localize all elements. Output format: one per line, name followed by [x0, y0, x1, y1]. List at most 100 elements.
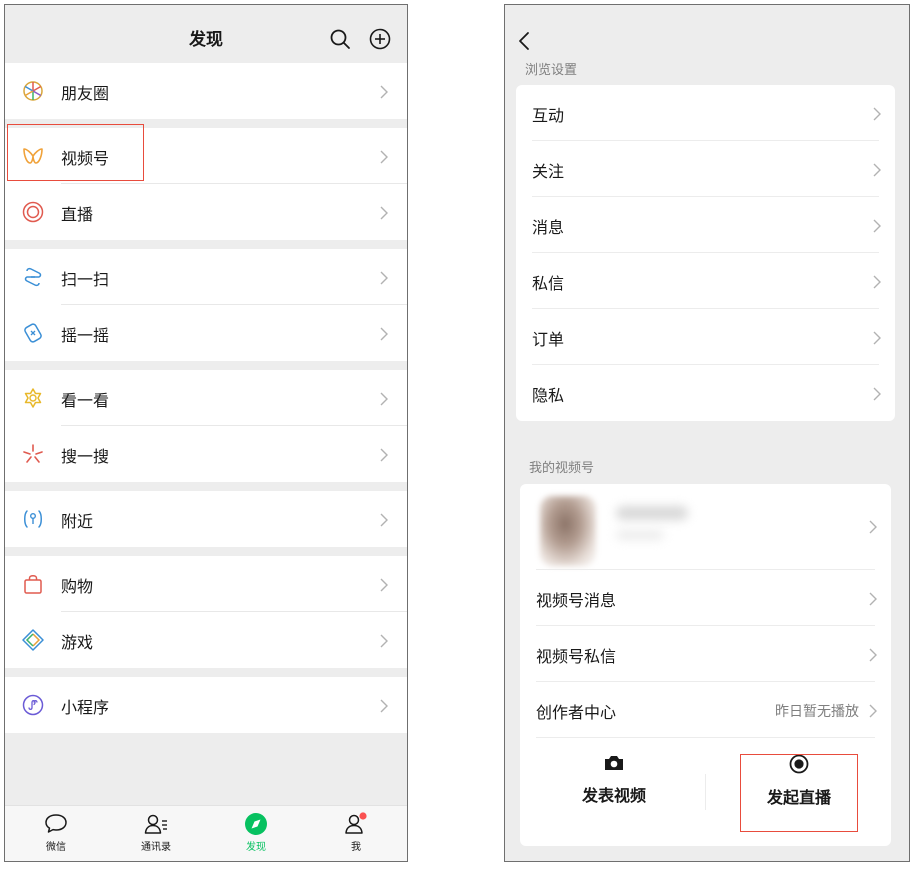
menu-group-nearby: 附近	[5, 491, 407, 547]
tab-label: 发现	[246, 842, 266, 853]
settings-item-label: 私信	[532, 274, 565, 293]
post-video-button[interactable]: 发表视频	[539, 754, 689, 806]
chevron-right-icon	[380, 206, 388, 220]
channel-messages-item[interactable]: 视频号消息	[520, 570, 891, 626]
menu-item-label: 小程序	[61, 698, 110, 717]
chevron-right-icon	[380, 85, 388, 99]
settings-item-orders[interactable]: 订单	[516, 309, 895, 365]
menu-item-shake[interactable]: 摇一摇	[5, 305, 407, 361]
divider	[705, 774, 706, 810]
channel-private-messages-item[interactable]: 视频号私信	[520, 626, 891, 682]
tab-me[interactable]: 我	[326, 812, 386, 858]
games-icon	[22, 629, 44, 651]
menu-item-scan[interactable]: 扫一扫	[5, 249, 407, 305]
discover-screen: 发现 朋友圈 视频号 直播 扫一扫 摇一摇 看一看 搜一搜 附近 购物 游戏 小…	[4, 4, 408, 862]
menu-group-shopping: 购物 游戏	[5, 556, 407, 668]
chevron-right-icon	[380, 578, 388, 592]
creator-center-item[interactable]: 创作者中心 昨日暂无播放	[520, 682, 891, 738]
tab-label: 我	[351, 842, 361, 853]
channel-info-blurred	[616, 530, 664, 540]
moments-icon	[23, 81, 43, 101]
shake-icon	[24, 323, 42, 343]
channel-profile-row[interactable]	[520, 484, 891, 570]
tab-contacts[interactable]: 通讯录	[126, 812, 186, 858]
contacts-icon	[144, 814, 167, 834]
chevron-right-icon	[873, 219, 881, 233]
scan-icon	[24, 267, 42, 287]
search-star-icon	[23, 444, 43, 463]
settings-item-label: 视频号私信	[536, 647, 617, 666]
menu-item-label: 附近	[61, 512, 94, 531]
action-label: 发表视频	[581, 786, 646, 805]
settings-item-label: 互动	[532, 106, 565, 125]
tab-discover[interactable]: 发现	[226, 812, 286, 858]
settings-item-label: 隐私	[532, 386, 565, 405]
menu-item-mini-programs[interactable]: 小程序	[5, 677, 407, 733]
settings-item-label: 视频号消息	[536, 591, 617, 610]
chevron-right-icon	[869, 648, 877, 662]
notification-badge	[359, 812, 367, 820]
shopping-bag-icon	[24, 575, 42, 594]
compass-icon	[245, 813, 267, 835]
menu-item-shopping[interactable]: 购物	[5, 556, 407, 612]
chevron-right-icon	[873, 275, 881, 289]
menu-item-label: 游戏	[61, 633, 94, 652]
chevron-right-icon	[380, 699, 388, 713]
menu-item-nearby[interactable]: 附近	[5, 491, 407, 547]
mini-program-icon	[22, 694, 44, 716]
settings-item-messages[interactable]: 消息	[516, 197, 895, 253]
me-icon	[345, 812, 367, 834]
chevron-right-icon	[873, 387, 881, 401]
chevron-right-icon	[873, 331, 881, 345]
chevron-right-icon	[873, 163, 881, 177]
settings-item-privacy[interactable]: 隐私	[516, 365, 895, 421]
tab-label: 通讯录	[141, 842, 171, 853]
camera-icon	[605, 756, 623, 770]
highlight-channels	[7, 124, 144, 181]
live-icon	[22, 201, 44, 223]
chevron-right-icon	[380, 150, 388, 164]
chevron-right-icon	[380, 327, 388, 341]
highlight-start-live	[740, 754, 858, 832]
chevron-right-icon	[380, 392, 388, 406]
tab-chats[interactable]: 微信	[26, 812, 86, 858]
top-stories-icon	[24, 388, 42, 408]
settings-item-label: 消息	[532, 218, 565, 237]
plus-circle-icon[interactable]	[368, 27, 392, 51]
avatar	[540, 496, 596, 566]
chat-bubble-icon	[45, 814, 67, 833]
menu-group-scan: 扫一扫 摇一摇	[5, 249, 407, 361]
chevron-right-icon	[380, 513, 388, 527]
settings-item-following[interactable]: 关注	[516, 141, 895, 197]
menu-item-label: 摇一摇	[61, 326, 110, 345]
menu-item-live[interactable]: 直播	[5, 184, 407, 240]
menu-item-moments[interactable]: 朋友圈	[5, 63, 407, 119]
discover-header: 发现	[5, 5, 407, 67]
menu-item-label: 看一看	[61, 391, 110, 410]
search-icon[interactable]	[328, 27, 352, 51]
settings-item-label: 关注	[532, 162, 565, 181]
menu-item-label: 直播	[61, 205, 94, 224]
menu-item-label: 朋友圈	[61, 84, 110, 103]
chevron-right-icon	[380, 448, 388, 462]
menu-group-mini-programs: 小程序	[5, 677, 407, 733]
menu-item-top-stories[interactable]: 看一看	[5, 370, 407, 426]
chevron-right-icon	[873, 107, 881, 121]
section-title-my-channel: 我的视频号	[529, 461, 595, 476]
settings-item-interaction[interactable]: 互动	[516, 85, 895, 141]
channels-settings-screen: 浏览设置 互动 关注 消息 私信 订单 隐私 我的视频号 视频号消息 视频号私信…	[504, 4, 910, 862]
menu-group-moments: 朋友圈	[5, 63, 407, 119]
settings-item-label: 订单	[532, 330, 565, 349]
chevron-right-icon	[869, 704, 877, 718]
chevron-right-icon	[380, 634, 388, 648]
menu-item-label: 购物	[61, 577, 94, 596]
settings-item-private-messages[interactable]: 私信	[516, 253, 895, 309]
menu-item-label: 扫一扫	[61, 270, 110, 289]
settings-item-label: 创作者中心	[536, 703, 617, 722]
back-arrow-icon[interactable]	[517, 31, 533, 51]
chevron-right-icon	[869, 520, 877, 534]
menu-item-search[interactable]: 搜一搜	[5, 426, 407, 482]
nearby-icon	[24, 510, 42, 528]
menu-item-games[interactable]: 游戏	[5, 612, 407, 668]
creator-center-status: 昨日暂无播放	[775, 704, 859, 720]
